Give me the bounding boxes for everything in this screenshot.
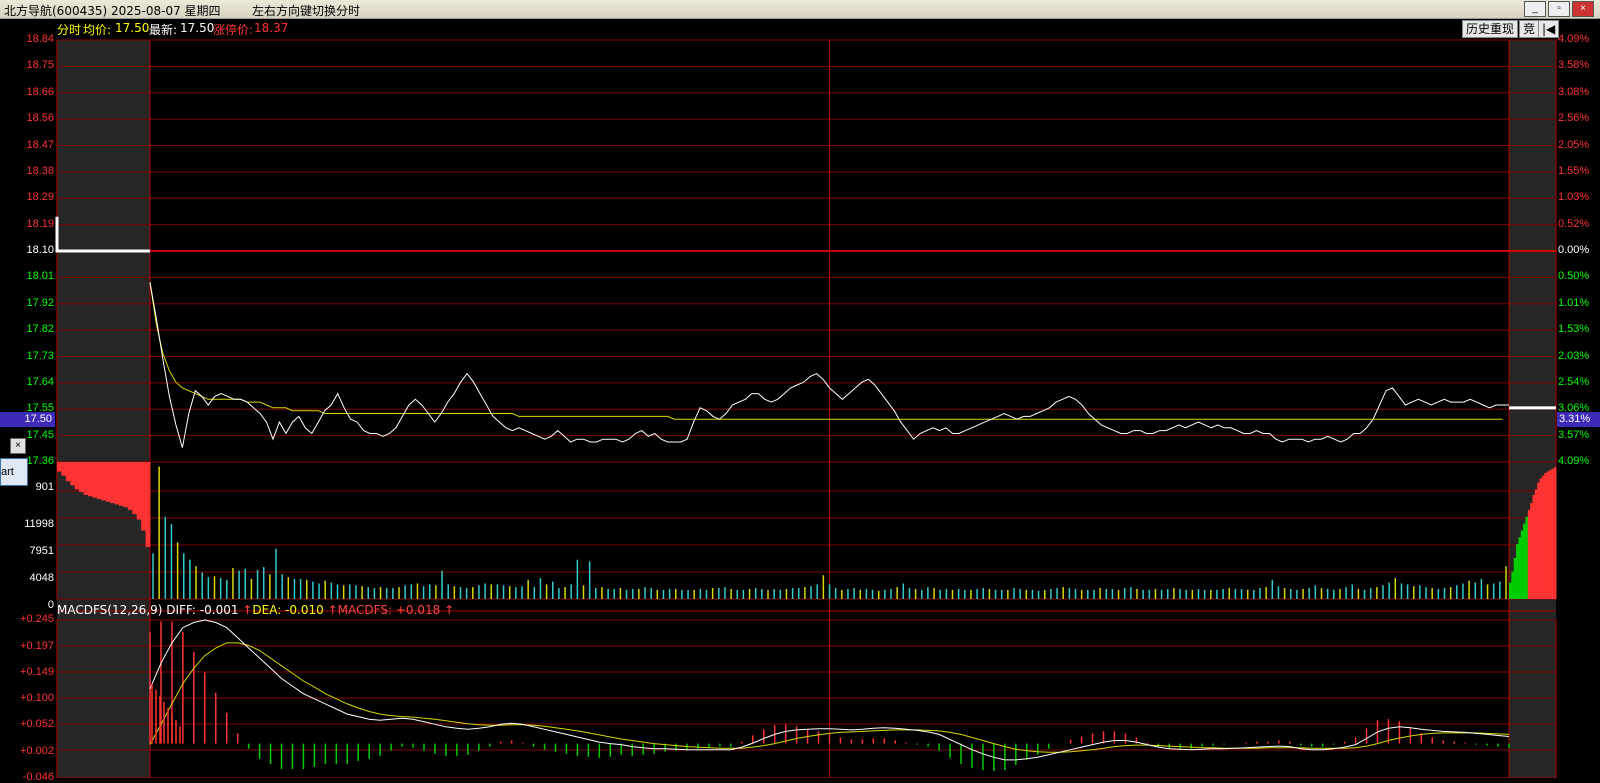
history-replay-button[interactable]: 历史重现: [1462, 20, 1519, 38]
pct-tick-label: 1.01%: [1558, 296, 1590, 309]
macdfs-label: MACDFS:: [337, 603, 392, 617]
price-tick-label: 18.01: [26, 270, 54, 283]
diff-value: -0.001: [199, 603, 239, 617]
pre-auction-volume-bar: [114, 462, 120, 505]
limit-label: 涨停价:: [213, 23, 254, 37]
macd-tick-label: +0.245: [20, 613, 54, 625]
macd-tick-label: +0.197: [20, 640, 54, 652]
price-tick-label: 17.73: [26, 349, 54, 362]
price-tick-label: 17.92: [26, 296, 54, 309]
pre-auction-volume-bar: [101, 462, 107, 501]
current-pct-tag: 3.31%: [1557, 412, 1600, 427]
pre-auction-volume-bar: [119, 462, 124, 506]
macd-tick-label: -0.046: [22, 771, 54, 783]
pre-auction-volume-bar: [57, 462, 62, 472]
pre-auction-volume-bar: [96, 462, 102, 499]
pre-auction-volume-bar: [136, 462, 142, 520]
pre-auction-volume-bar: [123, 462, 129, 508]
quote-header: 分时 均价: 17.50 最新: 17.50 涨停价: 18.37: [0, 19, 1600, 37]
macd-label: MACDFS(12,26,9): [57, 603, 163, 617]
price-tick-label: 18.47: [26, 138, 54, 151]
price-tick-label: 18.29: [26, 191, 54, 204]
auction-button[interactable]: 竞: [1519, 20, 1540, 38]
pct-tick-label: 4.09%: [1558, 33, 1590, 45]
pct-tick-label: 1.55%: [1558, 164, 1590, 177]
pre-auction-volume-bar: [74, 462, 80, 490]
volume-tick-label: 11998: [24, 518, 54, 530]
pct-tick-label: 2.05%: [1558, 138, 1590, 151]
price-tick-label: 18.66: [26, 85, 54, 98]
price-tick-label: 17.82: [26, 323, 54, 336]
pct-tick-label: 0.50%: [1558, 270, 1590, 283]
macdfs-arrow-icon: ↑: [444, 603, 455, 617]
pct-tick-label: 2.56%: [1558, 112, 1590, 125]
macd-tick-label: +0.149: [20, 666, 54, 678]
pre-auction-volume-bar: [88, 462, 93, 497]
macd-tick-label: +0.002: [20, 745, 54, 757]
window-titlebar[interactable]: 北方导航(600435) 2025-08-07 星期四 左右方向键切换分时 _ …: [0, 0, 1600, 19]
window-title: 北方导航(600435) 2025-08-07 星期四: [4, 4, 221, 18]
restore-button[interactable]: ▫: [1548, 1, 1570, 17]
minimize-button[interactable]: _: [1524, 1, 1546, 17]
volume-tick-label: 0: [47, 599, 54, 611]
volume-tick-label: 7951: [29, 545, 54, 557]
price-frame: [56, 39, 1557, 600]
price-tick-label: 18.56: [26, 112, 54, 125]
price-tick-label: 18.38: [26, 164, 54, 177]
window-hint: 左右方向键切换分时: [252, 4, 361, 18]
pre-auction-volume-bar: [145, 462, 151, 547]
last-label: 最新:: [149, 23, 178, 37]
exit-icon[interactable]: |◀: [1538, 20, 1560, 38]
close-button[interactable]: ×: [1572, 1, 1594, 17]
dea-label: DEA:: [252, 603, 282, 617]
floating-popup[interactable]: × art: [0, 438, 28, 490]
pre-auction-volume-bar: [132, 462, 138, 515]
pre-auction-volume-bar: [65, 462, 71, 482]
price-tick-label: 18.19: [26, 217, 54, 230]
dea-value: -0.010: [285, 603, 324, 617]
mode-label: 分时: [57, 23, 82, 37]
popup-close-button[interactable]: ×: [10, 438, 26, 454]
pre-auction-volume-bar: [127, 462, 133, 510]
pct-tick-label: 0.52%: [1558, 217, 1590, 230]
pct-tick-label: 2.03%: [1558, 349, 1590, 362]
pre-auction-volume-bar: [83, 462, 89, 495]
pre-auction-volume-bar: [110, 462, 116, 504]
macd-legend: MACDFS(12,26,9) DIFF: -0.001 ↑DEA: -0.01…: [57, 603, 454, 617]
macdfs-value: +0.018: [395, 603, 441, 617]
current-price-tag: 17.50: [0, 412, 55, 427]
pct-tick-label: 2.54%: [1558, 375, 1590, 388]
diff-label: DIFF:: [166, 603, 196, 617]
average-price-line: [149, 282, 1503, 420]
pct-tick-label: 4.09%: [1558, 455, 1590, 467]
pre-auction-volume-bar: [79, 462, 85, 493]
popup-start-button[interactable]: art: [0, 458, 28, 486]
pre-auction-volume-bar: [105, 462, 111, 502]
pct-tick-label: 3.57%: [1558, 428, 1590, 441]
pct-tick-label: 1.53%: [1558, 323, 1590, 336]
pre-auction-volume-bar: [141, 462, 147, 531]
macd-tick-label: +0.052: [20, 718, 54, 730]
price-tick-label: 18.84: [26, 33, 54, 45]
diff-arrow-icon: ↑: [242, 603, 253, 617]
avg-value: 17.50: [115, 21, 150, 35]
intraday-chart[interactable]: [0, 0, 1600, 778]
limit-value: 18.37: [254, 21, 289, 35]
price-tick-label: 17.64: [26, 375, 54, 388]
dea-arrow-icon: ↑: [327, 603, 338, 617]
price-tick-label: 18.10: [26, 244, 54, 256]
macd-tick-label: +0.100: [20, 692, 54, 704]
pre-auction-volume-bar: [92, 462, 98, 498]
volume-tick-label: 4048: [29, 572, 54, 584]
post-auction-volume-bar: [1553, 467, 1557, 599]
avg-label: 均价:: [83, 23, 112, 37]
pct-tick-label: 3.58%: [1558, 59, 1590, 72]
last-value: 17.50: [180, 21, 215, 35]
pre-auction-volume-bar: [70, 462, 76, 486]
pct-tick-label: 0.00%: [1558, 244, 1590, 256]
pct-tick-label: 1.03%: [1558, 191, 1590, 204]
price-tick-label: 18.75: [26, 59, 54, 72]
pre-auction-volume-bar: [61, 462, 67, 476]
pct-tick-label: 3.08%: [1558, 85, 1590, 98]
